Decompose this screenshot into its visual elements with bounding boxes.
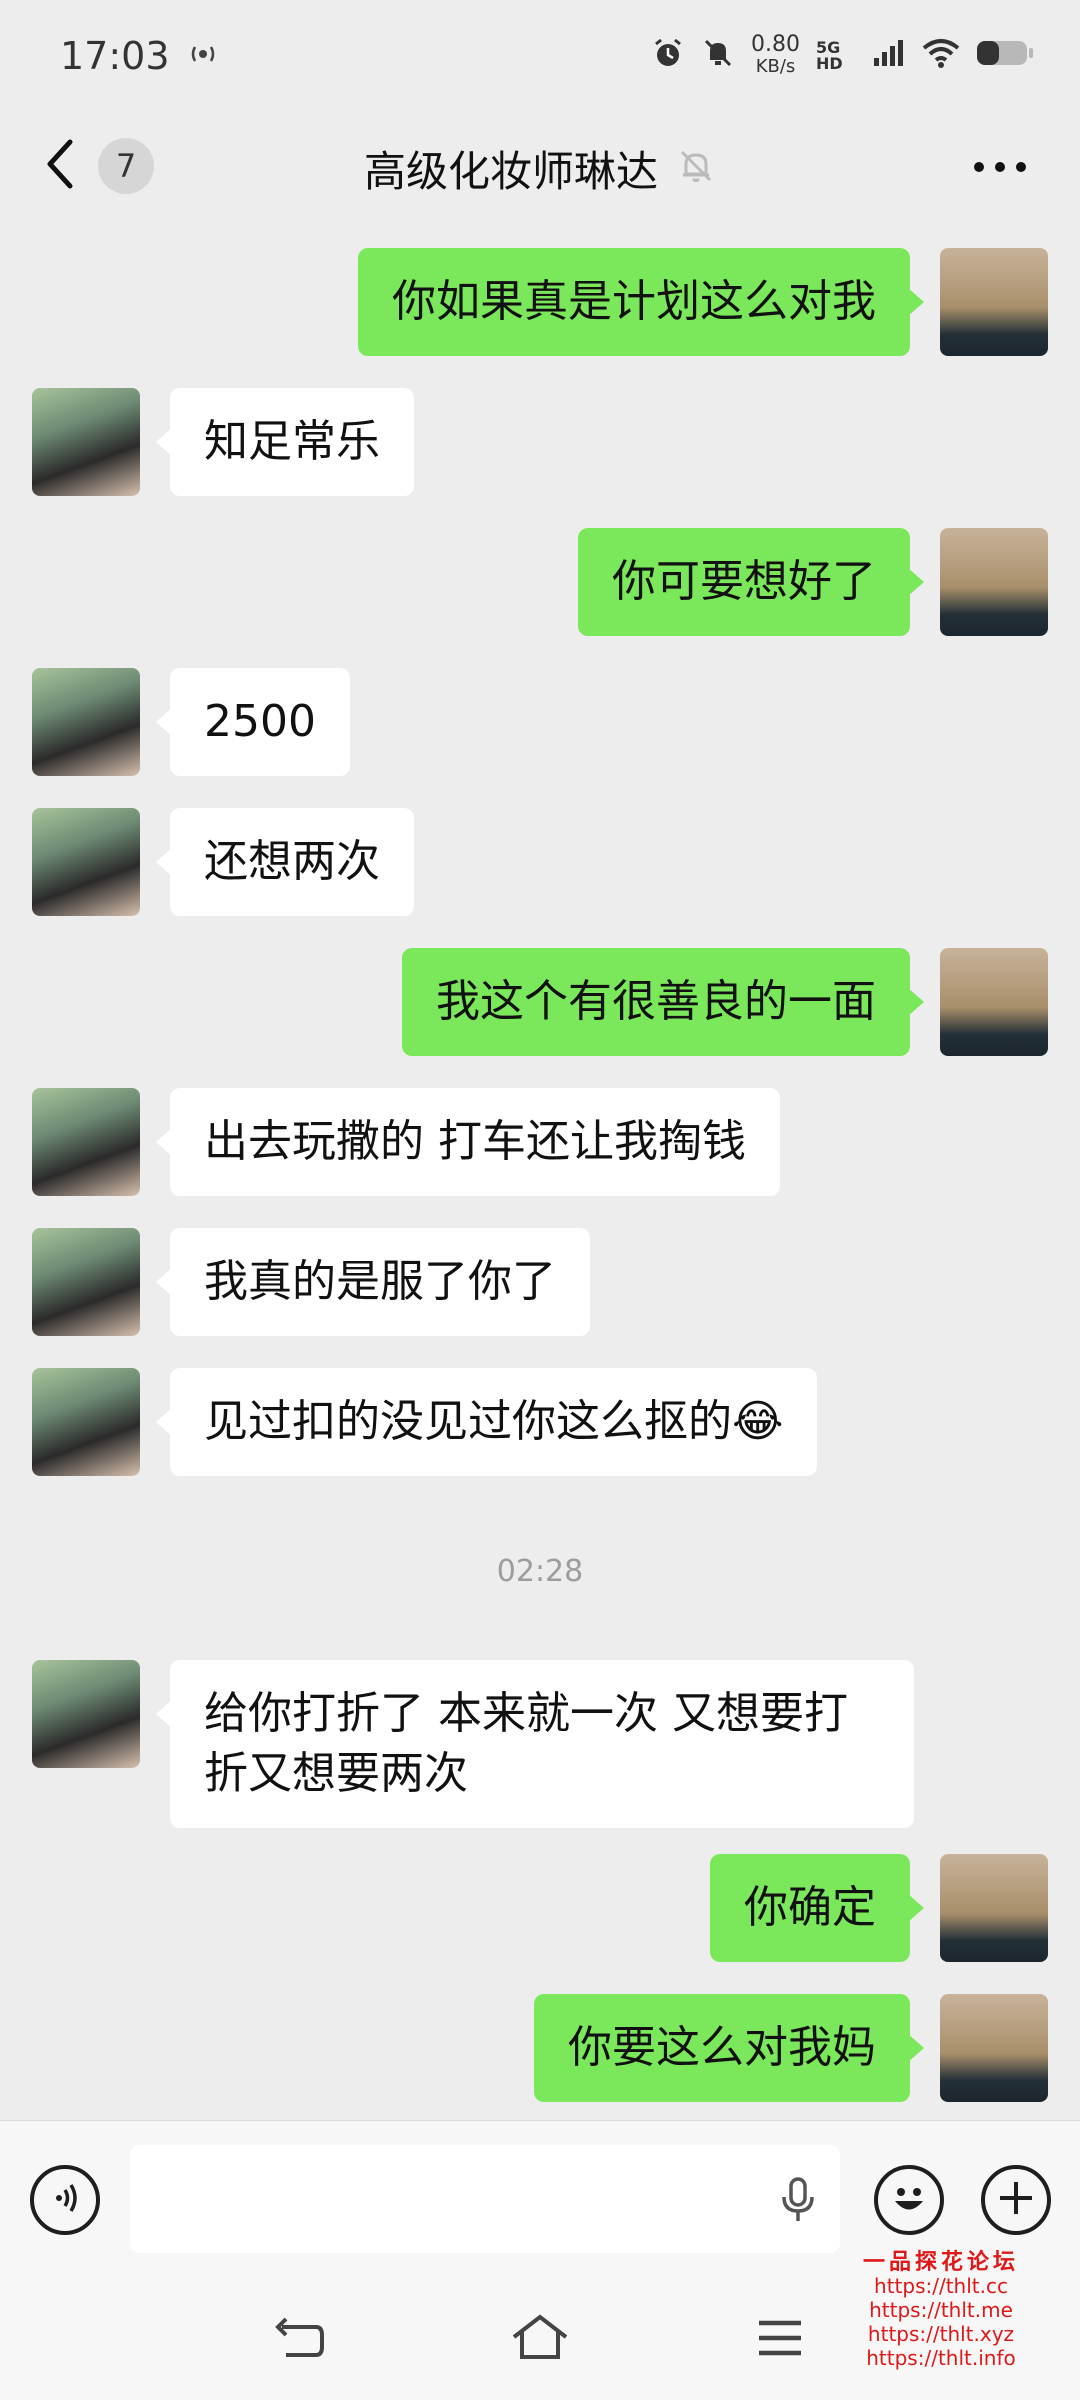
nav-menu-icon <box>755 2317 805 2363</box>
received-bubble[interactable]: 知足常乐 <box>156 388 414 496</box>
nav-back-button[interactable] <box>270 2310 330 2370</box>
nfc-icon <box>188 34 218 78</box>
muted-bell-icon <box>676 146 716 190</box>
watermark: 一品探花论坛 https://thlt.cc https://thlt.me h… <box>856 2250 1026 2370</box>
alarm-icon <box>651 36 685 76</box>
emoji-button[interactable] <box>874 2165 944 2235</box>
chat-title: 高级化妆师琳达 <box>363 146 658 196</box>
unread-count-badge: 7 <box>98 138 154 194</box>
plus-button[interactable] <box>981 2165 1051 2235</box>
more-options-button[interactable] <box>970 142 1030 192</box>
mute-icon <box>701 36 735 76</box>
back-chevron-icon <box>40 134 80 198</box>
received-bubble[interactable]: 我真的是服了你了 <box>156 1228 590 1336</box>
contact-avatar[interactable] <box>32 1088 140 1196</box>
my-avatar[interactable] <box>940 1994 1048 2102</box>
more-dots-icon <box>973 158 1027 177</box>
received-bubble[interactable]: 出去玩撒的 打车还让我掏钱 <box>156 1088 780 1196</box>
nav-menu-button[interactable] <box>750 2310 810 2370</box>
my-avatar[interactable] <box>940 248 1048 356</box>
sent-bubble[interactable]: 你要这么对我妈 <box>534 1994 924 2102</box>
watermark-line: https://thlt.me <box>869 2298 1013 2322</box>
emoji-icon <box>885 2174 933 2226</box>
received-bubble[interactable]: 给你打折了 本来就一次 又想要打折又想要两次 <box>156 1660 914 1828</box>
back-button[interactable]: 7 <box>40 134 154 198</box>
sent-bubble[interactable]: 你如果真是计划这么对我 <box>358 248 924 356</box>
watermark-line: https://thlt.xyz <box>867 2322 1015 2346</box>
received-bubble[interactable]: 2500 <box>156 668 350 776</box>
status-time: 17:03 <box>60 34 170 78</box>
message-list[interactable]: 你如果真是计划这么对我 知足常乐 你可要想好了 2500 还想两次 我这个有很善… <box>0 224 1080 2120</box>
signal-icon <box>872 38 906 74</box>
watermark-title: 一品探花论坛 <box>862 2249 1019 2275</box>
contact-avatar[interactable] <box>32 388 140 496</box>
received-bubble[interactable]: 见过扣的没见过你这么抠的😂 <box>155 1368 818 1476</box>
net-speed: 0.80 KB/s <box>751 34 800 78</box>
wifi-icon <box>922 38 960 74</box>
status-bar: 17:03 0.80 KB/s 5G HD <box>0 0 1080 112</box>
my-avatar[interactable] <box>940 948 1048 1056</box>
battery-icon <box>976 38 1034 74</box>
watermark-line: https://thlt.cc <box>874 2274 1008 2298</box>
chat-screen: 17:03 0.80 KB/s 5G HD 7 高级化妆师琳达 你如果真是计划这… <box>0 0 1080 2400</box>
watermark-line: https://thlt.info <box>866 2346 1016 2370</box>
sent-bubble[interactable]: 你确定 <box>710 1854 924 1962</box>
message-timestamp: 02:28 <box>496 1554 584 1589</box>
my-avatar[interactable] <box>940 528 1048 636</box>
contact-avatar[interactable] <box>32 1228 140 1336</box>
sent-bubble[interactable]: 你可要想好了 <box>578 528 924 636</box>
my-avatar[interactable] <box>940 1854 1048 1962</box>
voice-icon <box>45 2178 85 2222</box>
net-speed-unit: KB/s <box>755 56 796 77</box>
net-speed-value: 0.80 <box>751 32 800 57</box>
contact-avatar[interactable] <box>32 668 140 776</box>
contact-avatar[interactable] <box>32 1368 140 1476</box>
nav-home-button[interactable] <box>510 2310 570 2370</box>
nav-back-icon <box>272 2315 328 2365</box>
network-type: 5G HD <box>816 38 843 73</box>
mic-icon[interactable] <box>778 2177 818 2227</box>
plus-icon <box>996 2178 1036 2222</box>
contact-avatar[interactable] <box>32 808 140 916</box>
contact-avatar[interactable] <box>32 1660 140 1768</box>
chat-header: 7 高级化妆师琳达 <box>0 112 1080 224</box>
voice-toggle-button[interactable] <box>30 2165 100 2235</box>
received-bubble[interactable]: 还想两次 <box>156 808 414 916</box>
sent-bubble[interactable]: 我这个有很善良的一面 <box>402 948 924 1056</box>
nav-home-icon <box>510 2313 570 2367</box>
message-input[interactable] <box>130 2145 840 2253</box>
